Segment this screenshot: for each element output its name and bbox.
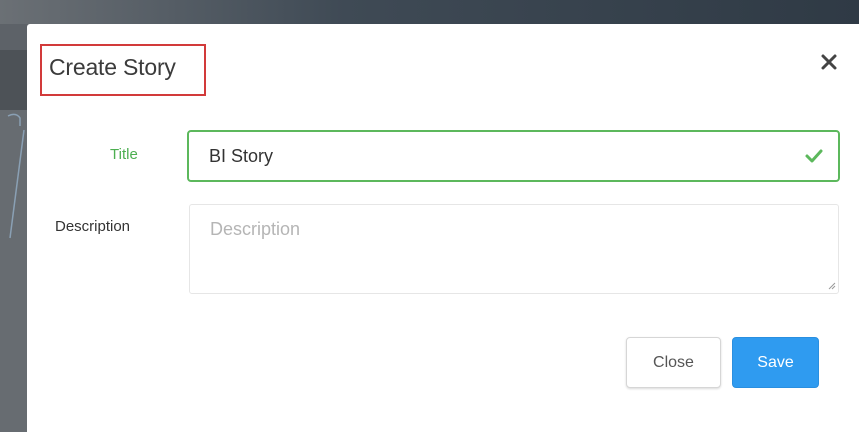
close-icon[interactable] (818, 51, 840, 73)
description-label: Description (55, 218, 131, 235)
backdrop-line-decoration (7, 113, 25, 239)
title-input[interactable] (187, 130, 840, 182)
dialog-title: Create Story (49, 54, 176, 80)
create-story-dialog: Create Story Title Description Close Sav… (27, 24, 859, 432)
backdrop-header-bar (0, 0, 859, 24)
save-button[interactable]: Save (732, 337, 819, 388)
title-label: Title (110, 146, 138, 163)
resize-handle-icon[interactable] (826, 280, 836, 290)
description-textarea[interactable] (189, 204, 839, 294)
backdrop-panel (0, 50, 27, 110)
close-button[interactable]: Close (626, 337, 721, 388)
checkmark-icon (805, 149, 823, 163)
